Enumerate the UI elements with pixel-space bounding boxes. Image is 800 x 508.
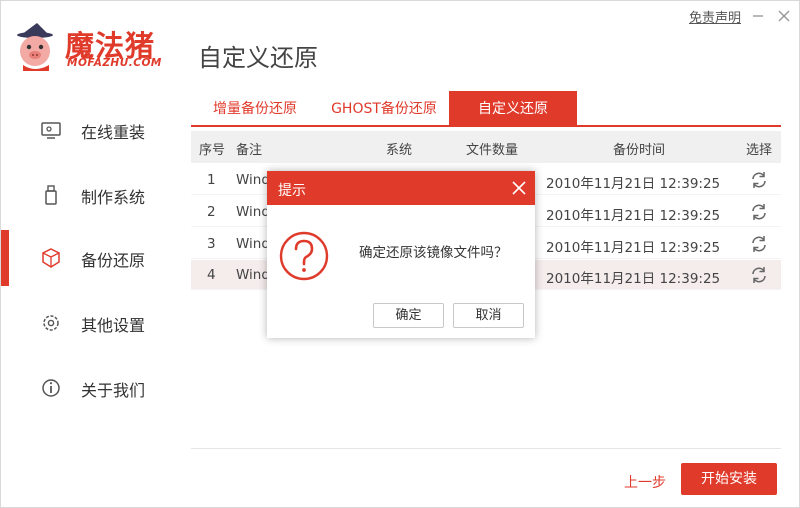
page-title: 自定义还原: [198, 44, 318, 72]
sidebar-item-label: 备份还原: [81, 251, 146, 270]
dialog-ok-button[interactable]: 确定: [373, 303, 444, 328]
monitor-icon: [41, 122, 61, 139]
refresh-icon[interactable]: [749, 202, 769, 222]
column-header-system: 系统: [386, 143, 413, 158]
row-index: 2: [207, 204, 216, 220]
usb-icon: [45, 185, 57, 205]
column-header-backup-time: 备份时间: [613, 143, 666, 158]
app-window: 魔法猪 MOFAZHU.COM 自定义还原 免责声明 在线重装 制作系统 备份还…: [0, 0, 800, 508]
row-index: 4: [207, 267, 216, 283]
dialog-cancel-button[interactable]: 取消: [453, 303, 524, 328]
row-backup-time: 2010年11月21日 12:39:25: [546, 271, 721, 287]
refresh-icon[interactable]: [749, 234, 769, 254]
app-logo: 魔法猪 MOFAZHU.COM: [15, 21, 175, 73]
sidebar-item-label: 制作系统: [81, 188, 146, 207]
disclaimer-link[interactable]: 免责声明: [689, 7, 741, 26]
tab-bar: 增量备份还原 GHOST备份还原 自定义还原: [191, 91, 781, 127]
sidebar-item-label: 关于我们: [81, 381, 146, 400]
tab-ghost-backup[interactable]: GHOST备份还原: [319, 91, 449, 125]
sidebar-item-label: 在线重装: [81, 123, 146, 142]
column-header-file-count: 文件数量: [466, 143, 519, 158]
prev-step-link[interactable]: 上一步: [624, 472, 666, 492]
footer-divider: [191, 448, 781, 449]
sidebar-item-online-reinstall[interactable]: 在线重装: [1, 102, 181, 158]
column-header-note: 备注: [236, 143, 263, 158]
row-index: 1: [207, 172, 216, 188]
confirm-dialog: 提示 确定还原该镜像文件吗？ 确定 取消: [267, 171, 535, 338]
sidebar-item-other-settings[interactable]: 其他设置: [1, 295, 181, 351]
info-icon: [42, 379, 60, 397]
cube-icon: [42, 248, 60, 268]
dialog-title: 提示: [278, 183, 306, 199]
dialog-close-icon[interactable]: [510, 179, 528, 197]
tab-incremental-backup[interactable]: 增量备份还原: [191, 91, 319, 125]
logo-domain: MOFAZHU.COM: [67, 57, 162, 69]
dialog-header: 提示: [267, 171, 535, 205]
row-note: Wind: [236, 236, 270, 252]
column-header-select: 选择: [746, 143, 773, 158]
refresh-icon[interactable]: [749, 170, 769, 190]
row-index: 3: [207, 236, 216, 252]
row-note: Wind: [236, 172, 270, 188]
row-note: Wind: [236, 267, 270, 283]
sidebar-item-label: 其他设置: [81, 316, 146, 335]
column-header-index: 序号: [199, 143, 226, 158]
question-icon: [279, 231, 329, 281]
close-icon[interactable]: [775, 7, 793, 25]
dialog-message: 确定还原该镜像文件吗？: [359, 245, 508, 261]
tab-custom-restore[interactable]: 自定义还原: [449, 91, 577, 125]
table-header: 序号 备注 系统 文件数量 备份时间 选择: [191, 131, 781, 163]
refresh-icon[interactable]: [749, 265, 769, 285]
start-install-button[interactable]: 开始安装: [681, 463, 777, 495]
row-note: Wind: [236, 204, 270, 220]
sidebar-item-about-us[interactable]: 关于我们: [1, 360, 181, 416]
row-backup-time: 2010年11月21日 12:39:25: [546, 208, 721, 224]
gear-icon: [43, 315, 59, 331]
row-backup-time: 2010年11月21日 12:39:25: [546, 176, 721, 192]
minimize-icon[interactable]: [749, 7, 767, 25]
sidebar-item-make-system[interactable]: 制作系统: [1, 167, 181, 223]
pig-mascot-icon: [17, 23, 53, 71]
row-backup-time: 2010年11月21日 12:39:25: [546, 240, 721, 256]
sidebar-item-backup-restore[interactable]: 备份还原: [1, 230, 181, 286]
